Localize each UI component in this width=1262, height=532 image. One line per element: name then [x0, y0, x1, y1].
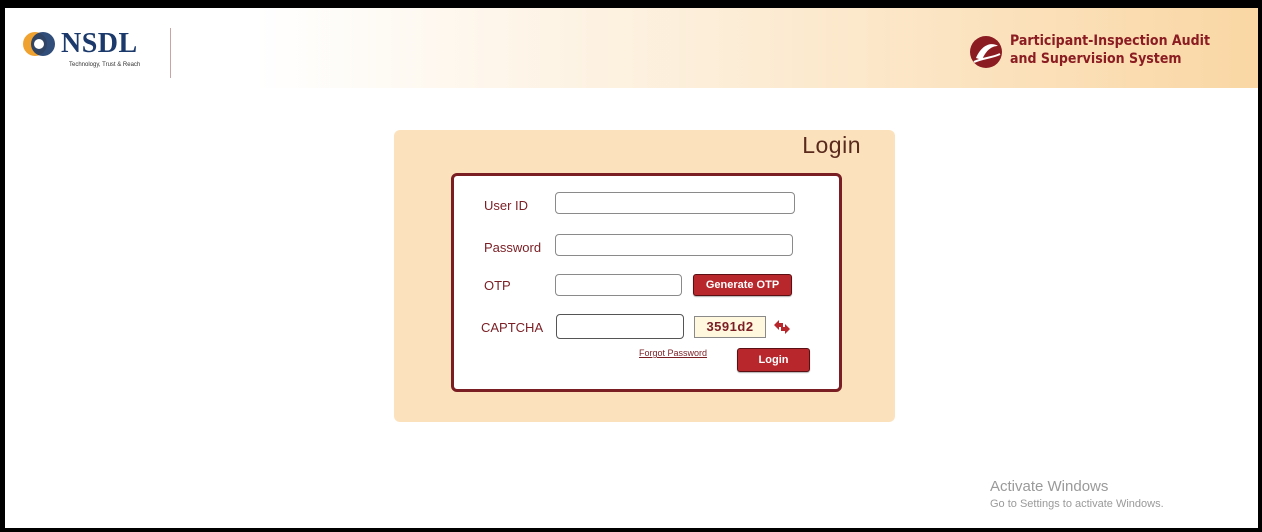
user-id-input[interactable]	[555, 192, 795, 214]
nsdl-logo: NSDL Technology, Trust & Reach	[19, 26, 159, 76]
captcha-input[interactable]	[556, 314, 684, 339]
otp-input[interactable]	[555, 274, 682, 296]
activate-windows-watermark: Activate Windows Go to Settings to activ…	[990, 478, 1164, 510]
header-divider	[170, 28, 171, 78]
pias-logo-mark-icon	[970, 36, 1002, 68]
forgot-password-link[interactable]: Forgot Password	[639, 348, 707, 358]
captcha-image: 3591d2	[694, 316, 766, 338]
password-input[interactable]	[555, 234, 793, 256]
password-label: Password	[484, 240, 542, 255]
login-button[interactable]: Login	[737, 348, 810, 372]
login-form: User ID Password OTP Generate OTP CAPTCH…	[451, 173, 842, 392]
browser-viewport: NSDL Technology, Trust & Reach Participa…	[5, 8, 1258, 528]
system-title-line1: Participant-Inspection Audit	[1010, 33, 1210, 49]
user-id-label: User ID	[484, 198, 529, 213]
otp-label: OTP	[484, 278, 511, 293]
captcha-label: CAPTCHA	[481, 320, 544, 335]
watermark-line2: Go to Settings to activate Windows.	[990, 498, 1164, 510]
nsdl-logo-tagline: Technology, Trust & Reach	[69, 62, 141, 68]
page-header: NSDL Technology, Trust & Reach Participa…	[5, 8, 1258, 88]
system-title: Participant-Inspection Audit and Supervi…	[1010, 32, 1210, 68]
refresh-captcha-icon[interactable]	[772, 317, 792, 337]
generate-otp-button[interactable]: Generate OTP	[693, 274, 792, 296]
login-heading: Login	[802, 132, 861, 158]
system-title-line2: and Supervision System	[1010, 51, 1182, 67]
watermark-line1: Activate Windows	[990, 478, 1109, 495]
login-panel: Login User ID Password OTP Generate OTP …	[394, 130, 895, 422]
nsdl-logo-mark-icon	[23, 32, 55, 56]
nsdl-logo-text: NSDL	[61, 28, 138, 59]
pias-logo: Participant-Inspection Audit and Supervi…	[968, 30, 1210, 74]
